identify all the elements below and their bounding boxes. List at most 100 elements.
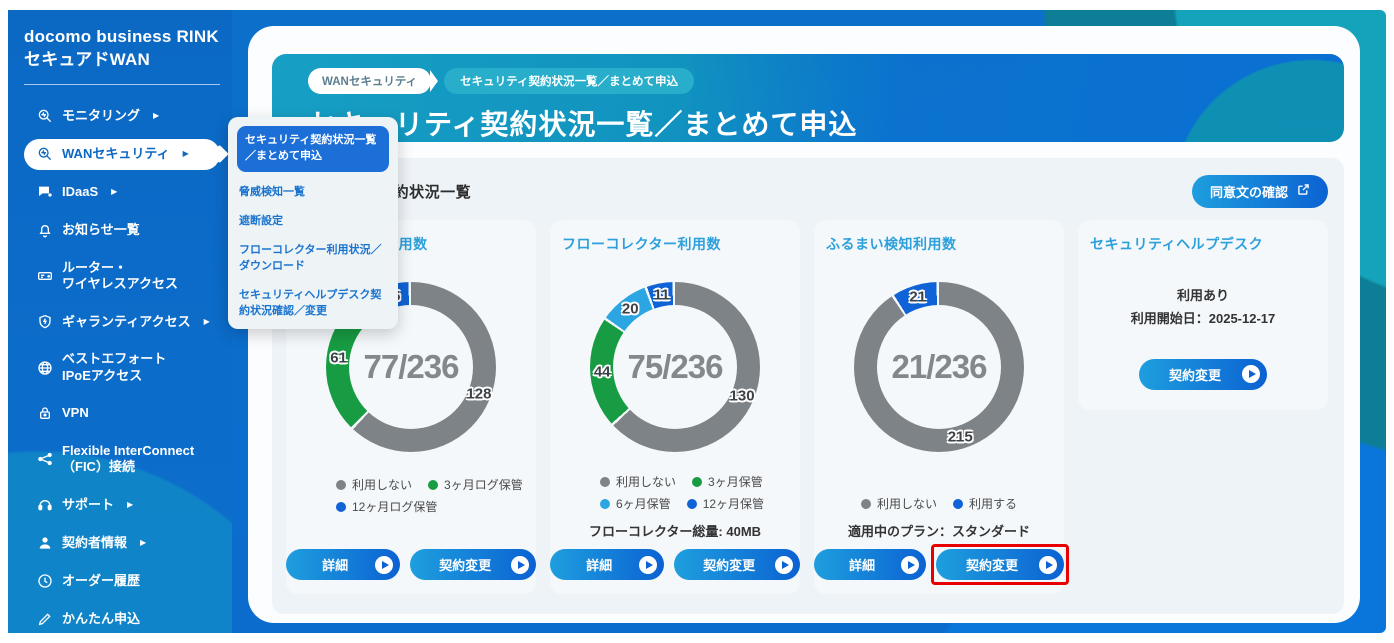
highlight-annotation: 契約変更 bbox=[931, 544, 1069, 585]
donut-segment-label: 215 bbox=[948, 428, 973, 445]
flow-collector-usage-card: フローコレクター利用数 75/236 130442011 利用しない3ヶ月保管6… bbox=[550, 220, 800, 594]
legend-dot-icon bbox=[692, 477, 702, 487]
donut-center-value: 75/236 bbox=[590, 282, 760, 452]
play-circle-icon bbox=[511, 556, 529, 574]
chevron-right-icon: ▶ bbox=[127, 500, 133, 510]
legend-dot-icon bbox=[336, 480, 346, 490]
breadcrumb-parent[interactable]: WANセキュリティ bbox=[308, 68, 431, 94]
legend-item: 6ヶ月保管 bbox=[600, 495, 671, 512]
legend-item: 利用しない bbox=[336, 476, 412, 493]
donut-center-value: 21/236 bbox=[854, 282, 1024, 452]
person-icon bbox=[36, 534, 53, 551]
agreement-confirm-button[interactable]: 同意文の確認 bbox=[1192, 175, 1328, 208]
usage-status: 利用あり bbox=[1090, 284, 1316, 307]
legend-item: 3ヶ月ログ保管 bbox=[428, 476, 523, 493]
lock-icon bbox=[36, 405, 53, 422]
sidebar-item-best-effort-ipoe[interactable]: ベストエフォート IPoEアクセス bbox=[24, 344, 220, 391]
sidebar-item-fic[interactable]: Flexible InterConnect （FIC）接続 bbox=[24, 436, 220, 483]
chevron-right-icon: ▶ bbox=[111, 187, 117, 197]
sidebar: docomo business RINK セキュアドWAN モニタリング ▶ W… bbox=[8, 10, 232, 633]
play-circle-icon bbox=[901, 556, 919, 574]
donut-segment-label: 21 bbox=[909, 289, 926, 306]
donut-segment-label: 128 bbox=[466, 385, 491, 402]
breadcrumb: WANセキュリティ セキュリティ契約状況一覧／まとめて申込 bbox=[308, 68, 1344, 94]
sidebar-item-order-history[interactable]: オーダー履歴 bbox=[24, 565, 220, 596]
network-nodes-icon bbox=[36, 451, 53, 468]
content-wrapper: WANセキュリティ セキュリティ契約状況一覧／まとめて申込 セキュリティ契約状況… bbox=[248, 26, 1360, 623]
sidebar-item-monitoring[interactable]: モニタリング ▶ bbox=[24, 101, 220, 132]
usage-cards-grid: セキュリティ利用数 77/236 1286116 利用しない3ヶ月ログ保管12ヶ… bbox=[286, 220, 1328, 594]
chat-bubble-icon bbox=[36, 184, 53, 201]
submenu-item-flow-collector[interactable]: フローコレクター利用状況／ダウンロード bbox=[237, 243, 389, 275]
legend-dot-icon bbox=[861, 499, 871, 509]
sidebar-item-wan-security[interactable]: WANセキュリティ ▶ bbox=[24, 139, 220, 170]
breadcrumb-current[interactable]: セキュリティ契約状況一覧／まとめて申込 bbox=[444, 68, 694, 94]
page-header-banner: WANセキュリティ セキュリティ契約状況一覧／まとめて申込 セキュリティ契約状況… bbox=[272, 54, 1344, 142]
behavior-detection-donut-chart: 21/236 215 21 bbox=[854, 282, 1024, 452]
legend-item: 利用する bbox=[953, 495, 1017, 512]
wan-security-search-icon bbox=[36, 146, 53, 163]
detail-button[interactable]: 詳細 bbox=[286, 549, 400, 580]
app-frame: docomo business RINK セキュアドWAN モニタリング ▶ W… bbox=[8, 10, 1386, 633]
detail-button[interactable]: 詳細 bbox=[814, 549, 926, 580]
behavior-detection-usage-card: ふるまい検知利用数 21/236 215 21 利用しない利用する 適用中のプラン… bbox=[814, 220, 1064, 594]
monitor-search-icon bbox=[36, 108, 53, 125]
play-circle-icon bbox=[1242, 365, 1260, 383]
card-title: ふるまい検知利用数 bbox=[826, 234, 1052, 254]
pencil-icon bbox=[36, 610, 53, 627]
submenu-item-block-settings[interactable]: 遮断設定 bbox=[237, 214, 389, 230]
legend-dot-icon bbox=[600, 477, 610, 487]
donut-segment-label: 61 bbox=[330, 349, 347, 366]
usage-legend: 利用しない3ヶ月ログ保管12ヶ月ログ保管 bbox=[298, 476, 524, 515]
detail-button[interactable]: 詳細 bbox=[550, 549, 664, 580]
donut-segment-label: 130 bbox=[730, 387, 755, 404]
contract-change-button[interactable]: 契約変更 bbox=[674, 549, 800, 580]
usage-start-date: 利用開始日：2025-12-17 bbox=[1090, 307, 1316, 330]
legend-dot-icon bbox=[600, 499, 610, 509]
card-title: フローコレクター利用数 bbox=[562, 234, 788, 254]
sidebar-item-router-wireless[interactable]: ルーター・ ワイヤレスアクセス bbox=[24, 253, 220, 300]
sidebar-item-idaas[interactable]: IDaaS ▶ bbox=[24, 177, 220, 208]
legend-dot-icon bbox=[953, 499, 963, 509]
chevron-right-icon: ▶ bbox=[204, 317, 210, 327]
submenu-item-contract-status[interactable]: セキュリティ契約状況一覧／まとめて申込 bbox=[237, 126, 389, 172]
legend-dot-icon bbox=[336, 502, 346, 512]
donut-segment-label: 11 bbox=[654, 287, 670, 304]
contract-change-button[interactable]: 契約変更 bbox=[410, 549, 536, 580]
play-circle-icon bbox=[639, 556, 657, 574]
card-title: セキュリティヘルプデスク bbox=[1090, 234, 1316, 254]
bell-icon bbox=[36, 222, 53, 239]
card-note bbox=[298, 524, 524, 540]
shield-bolt-icon bbox=[36, 313, 53, 330]
sidebar-item-vpn[interactable]: VPN bbox=[24, 398, 220, 429]
play-circle-icon bbox=[775, 556, 793, 574]
usage-legend: 利用しない利用する bbox=[826, 495, 1052, 512]
flow-collector-total: フローコレクター総量: 40MB bbox=[562, 521, 788, 540]
app-title: docomo business RINK セキュアドWAN bbox=[24, 26, 220, 72]
legend-item: 12ヶ月保管 bbox=[687, 495, 764, 512]
clock-icon bbox=[36, 572, 53, 589]
main-background: WANセキュリティ セキュリティ契約状況一覧／まとめて申込 セキュリティ契約状況… bbox=[232, 10, 1386, 633]
chevron-right-icon: ▶ bbox=[153, 111, 159, 121]
chevron-right-icon: ▶ bbox=[183, 149, 189, 159]
sidebar-item-easy-application[interactable]: かんたん申込 bbox=[24, 603, 220, 633]
globe-icon bbox=[36, 359, 53, 376]
legend-item: 利用しない bbox=[861, 495, 937, 512]
donut-segment-label: 44 bbox=[594, 364, 611, 381]
contract-change-button-highlighted[interactable]: 契約変更 bbox=[936, 549, 1064, 580]
flow-collector-donut-chart: 75/236 130 44 20 11 bbox=[590, 282, 760, 452]
submenu-item-threat-detection[interactable]: 脅威検知一覧 bbox=[237, 185, 389, 201]
external-link-icon bbox=[1297, 183, 1310, 199]
page-title: セキュリティ契約状況一覧／まとめて申込 bbox=[308, 103, 1344, 142]
submenu-item-helpdesk[interactable]: セキュリティヘルプデスク契約状況確認／変更 bbox=[237, 288, 389, 320]
sidebar-item-notices[interactable]: お知らせ一覧 bbox=[24, 215, 220, 246]
current-plan-label: 適用中のプラン：スタンダード bbox=[826, 521, 1052, 540]
sidebar-item-contractor-info[interactable]: 契約者情報 ▶ bbox=[24, 527, 220, 558]
sidebar-item-guarantee-access[interactable]: ギャランティアクセス ▶ bbox=[24, 306, 220, 337]
sidebar-item-support[interactable]: サポート ▶ bbox=[24, 489, 220, 520]
contract-change-button[interactable]: 契約変更 bbox=[1139, 359, 1267, 390]
donut-segment-label: 20 bbox=[622, 301, 639, 318]
security-helpdesk-card: セキュリティヘルプデスク 利用あり 利用開始日：2025-12-17 契約変更 bbox=[1078, 220, 1328, 410]
legend-dot-icon bbox=[687, 499, 697, 509]
helpdesk-status: 利用あり 利用開始日：2025-12-17 bbox=[1090, 284, 1316, 331]
